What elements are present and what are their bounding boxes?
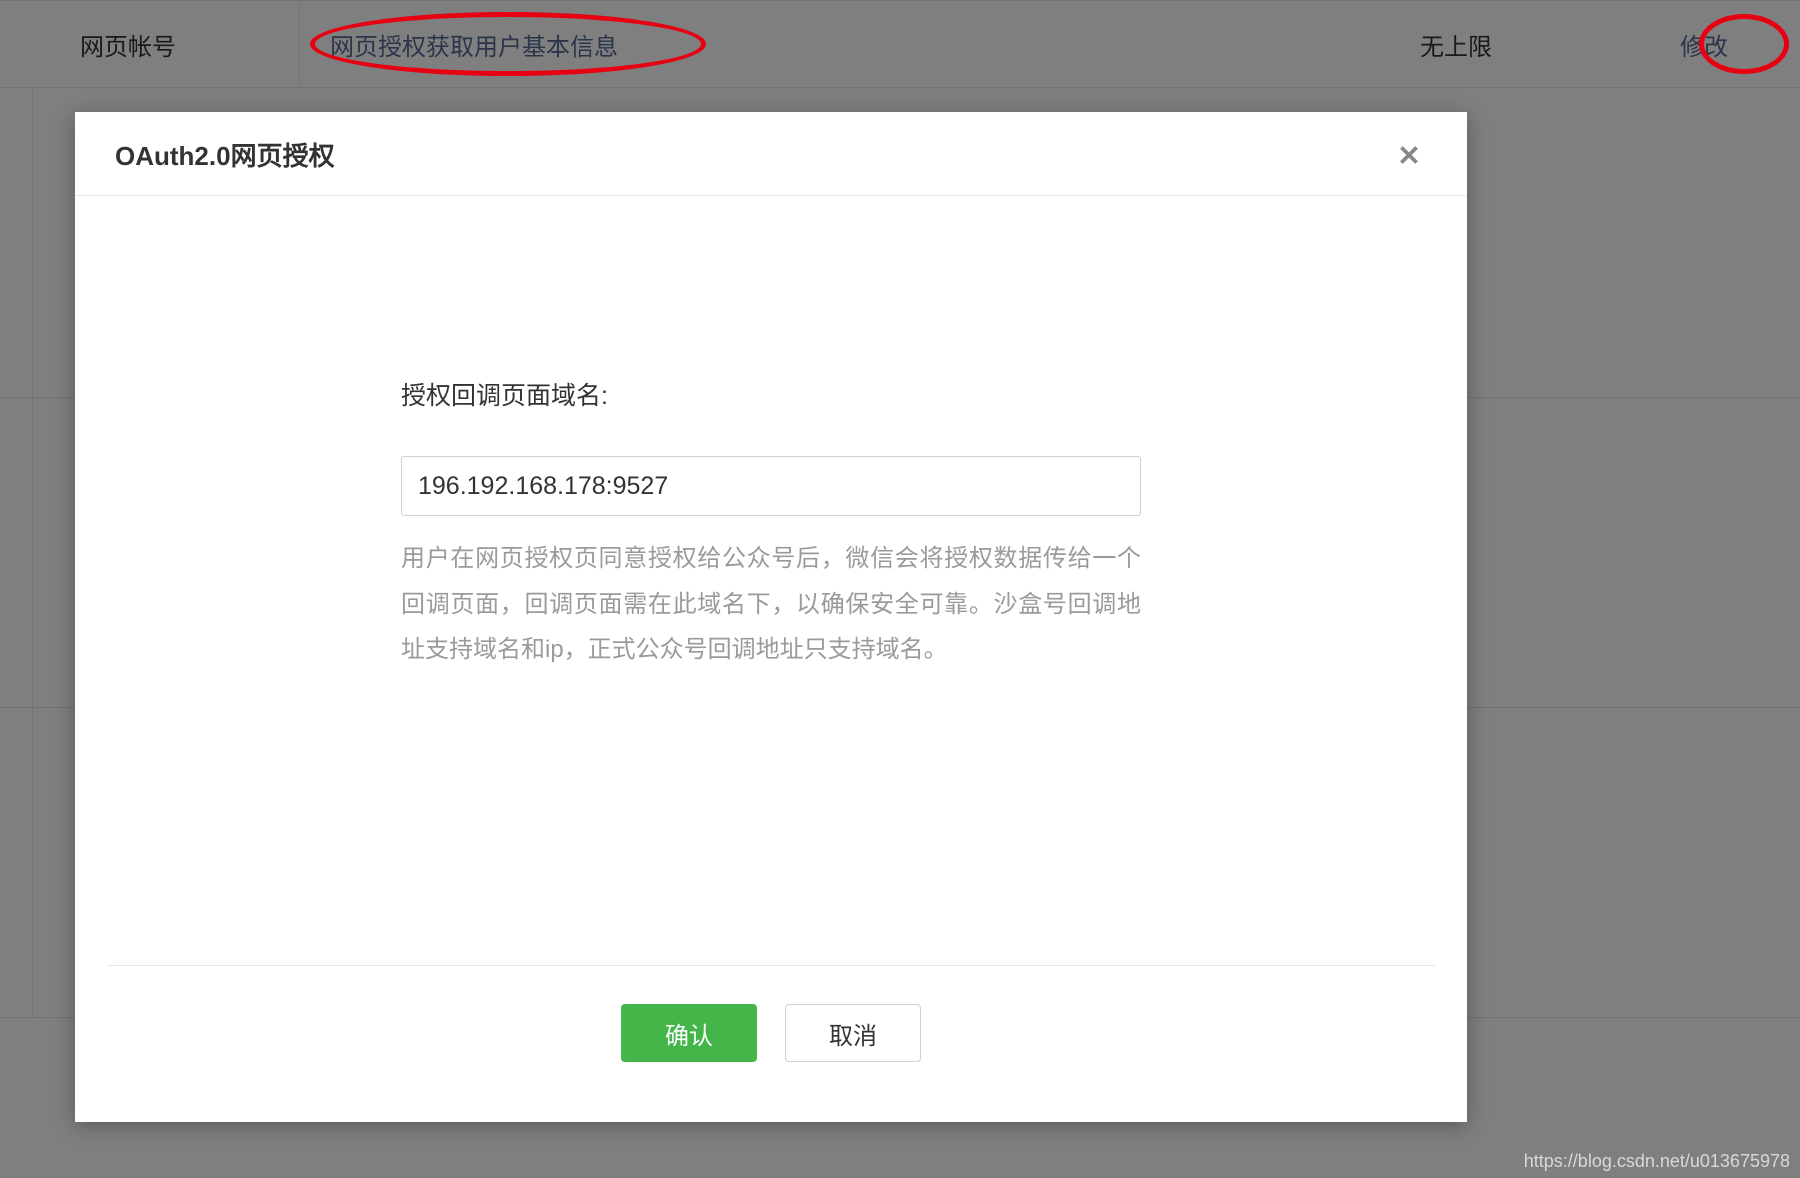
cancel-button[interactable]: 取消 — [785, 1004, 921, 1062]
modal-footer: 确认 取消 — [107, 965, 1435, 1122]
confirm-button[interactable]: 确认 — [621, 1004, 757, 1062]
domain-label: 授权回调页面域名: — [401, 376, 1141, 412]
close-icon — [1396, 142, 1422, 168]
close-button[interactable] — [1391, 137, 1427, 173]
oauth-modal: OAuth2.0网页授权 授权回调页面域名: 用户在网页授权页同意授权给公众号后… — [75, 112, 1467, 1122]
domain-input[interactable] — [401, 456, 1141, 516]
modal-body: 授权回调页面域名: 用户在网页授权页同意授权给公众号后，微信会将授权数据传给一个… — [75, 196, 1467, 965]
modal-title: OAuth2.0网页授权 — [115, 136, 335, 173]
watermark-text: https://blog.csdn.net/u013675978 — [1524, 1151, 1790, 1172]
help-text: 用户在网页授权页同意授权给公众号后，微信会将授权数据传给一个回调页面，回调页面需… — [401, 536, 1141, 673]
modal-header: OAuth2.0网页授权 — [75, 112, 1467, 196]
